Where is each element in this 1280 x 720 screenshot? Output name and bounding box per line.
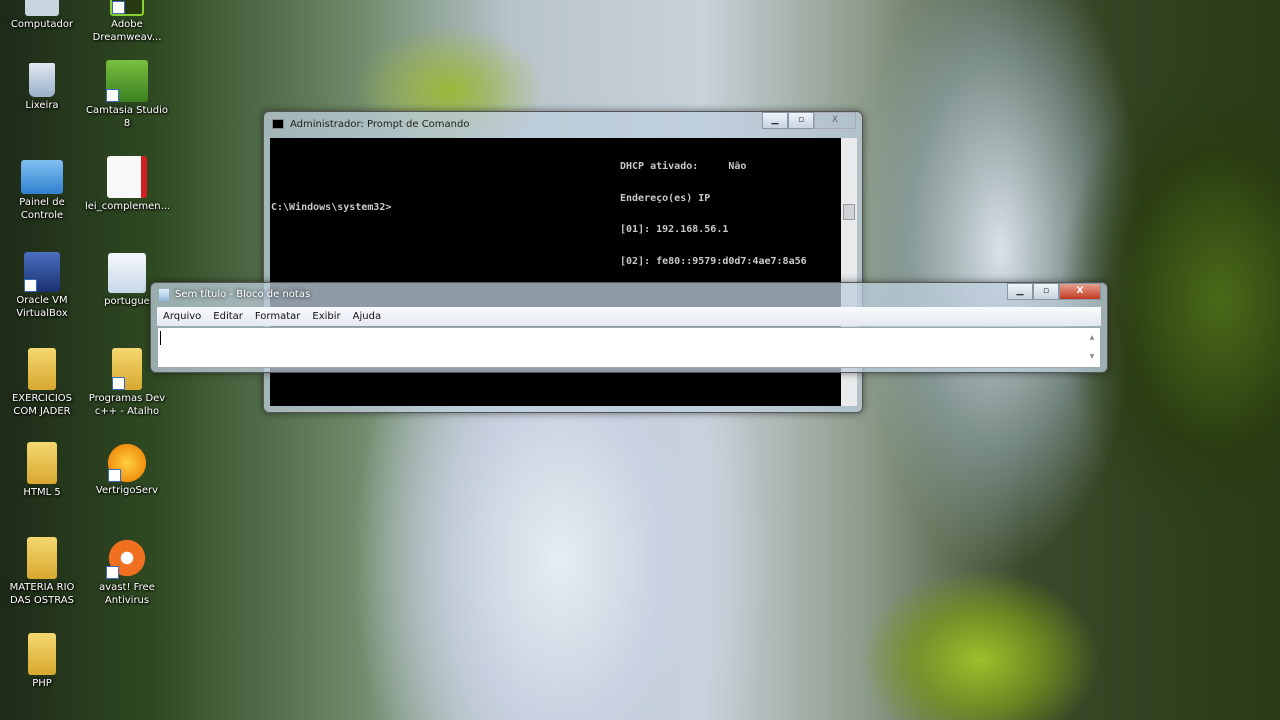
avast-icon — [106, 537, 148, 579]
computer-icon — [25, 0, 59, 16]
dreamweaver-icon — [110, 0, 144, 16]
text-caret — [160, 331, 161, 345]
maximize-button[interactable]: ▫ — [788, 112, 814, 129]
menu-exibir[interactable]: Exibir — [312, 311, 340, 322]
scrollbar-thumb[interactable] — [843, 204, 855, 220]
folder-icon — [28, 348, 56, 390]
cmd-icon — [272, 119, 284, 129]
desktop-icon-dreamweaver[interactable]: Adobe Dreamweav... — [85, 0, 169, 44]
desktop-icon-lixeira[interactable]: Lixeira — [0, 63, 84, 112]
notepad-menu-bar: Arquivo Editar Formatar Exibir Ajuda — [157, 307, 1101, 326]
recycle-bin-icon — [29, 63, 55, 97]
desktop-icon-painel-de-controle[interactable]: Painel de Controle — [0, 160, 84, 222]
minimize-button[interactable]: ▁ — [762, 112, 788, 129]
folder-icon — [28, 633, 56, 675]
folder-shortcut-icon — [112, 348, 142, 390]
folder-icon — [27, 442, 57, 484]
camtasia-icon — [106, 60, 148, 102]
desktop-icon-computador[interactable]: Computador — [0, 0, 84, 31]
word-document-icon — [108, 253, 146, 293]
notepad-window[interactable]: Sem título - Bloco de notas ▁ ▫ X Arquiv… — [150, 282, 1108, 373]
desktop-icon-lei-complemen[interactable]: lei_complemen... — [85, 156, 170, 213]
pdf-icon — [107, 156, 147, 198]
maximize-button[interactable]: ▫ — [1033, 283, 1059, 300]
notepad-text-area[interactable]: ▲ ▼ — [157, 327, 1101, 368]
menu-editar[interactable]: Editar — [213, 311, 243, 322]
desktop-icon-virtualbox[interactable]: Oracle VM VirtualBox — [0, 252, 84, 320]
desktop-icon-vertrigoserv[interactable]: VertrigoServ — [85, 444, 169, 497]
star-icon — [108, 444, 146, 482]
close-button[interactable]: X — [1059, 283, 1101, 300]
control-panel-icon — [21, 160, 63, 194]
desktop-icon-avast[interactable]: avast! Free Antivirus — [85, 537, 169, 607]
desktop-icon-camtasia[interactable]: Camtasia Studio 8 — [85, 60, 169, 130]
desktop-icon-exercicios[interactable]: EXERCICIOS COM JADER — [0, 348, 84, 418]
virtualbox-icon — [24, 252, 60, 292]
close-button[interactable]: X — [814, 112, 856, 129]
desktop-icon-php[interactable]: PHP — [0, 633, 84, 690]
notepad-icon — [159, 288, 169, 301]
minimize-button[interactable]: ▁ — [1007, 283, 1033, 300]
notepad-title-bar[interactable]: Sem título - Bloco de notas — [151, 283, 1107, 306]
menu-formatar[interactable]: Formatar — [255, 311, 300, 322]
notepad-scrollbar[interactable]: ▲ ▼ — [1084, 328, 1100, 367]
menu-ajuda[interactable]: Ajuda — [353, 311, 381, 322]
menu-arquivo[interactable]: Arquivo — [163, 311, 201, 322]
folder-icon — [27, 537, 57, 579]
desktop-icon-materia[interactable]: MATERIA RIO DAS OSTRAS — [0, 537, 84, 607]
desktop-icon-html5[interactable]: HTML 5 — [0, 442, 84, 499]
